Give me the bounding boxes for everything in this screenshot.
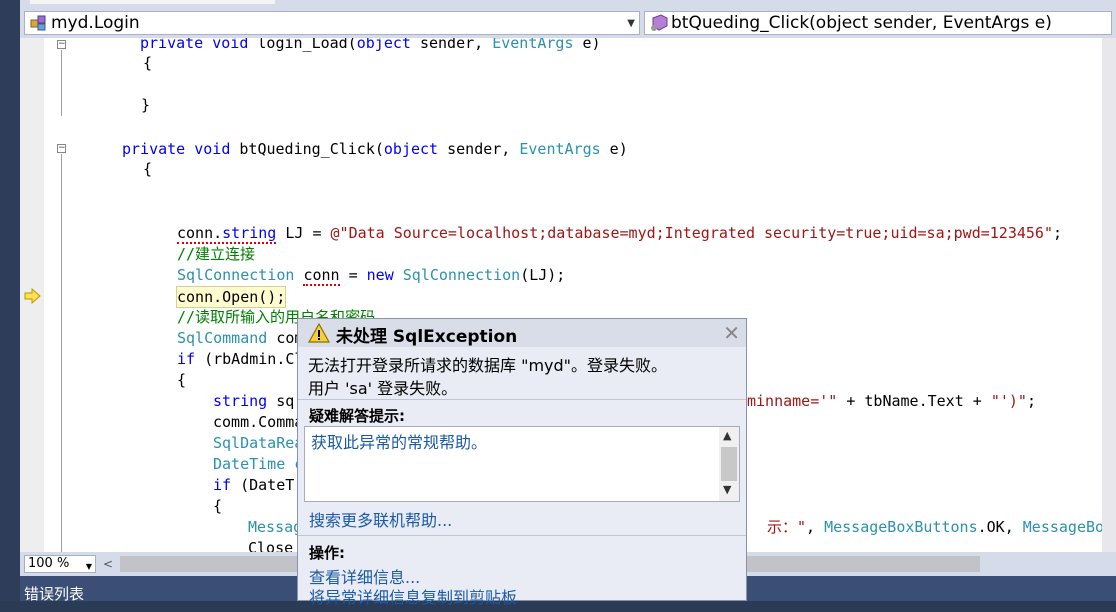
code-line-sqlcommand: SqlCommand com — [177, 329, 304, 347]
copy-detail-link[interactable]: 将异常详细信息复制到剪贴板 — [309, 584, 517, 608]
execution-pointer-icon — [24, 288, 41, 304]
code-brace: { — [143, 160, 153, 178]
code-line-if: if (rbAdmin.Cl — [177, 350, 304, 368]
code-brace: { — [213, 497, 223, 515]
exception-assistant: 未处理 SqlException ✕ 无法打开登录所请求的数据库 "myd"。登… — [297, 318, 747, 607]
outline-line — [61, 154, 62, 552]
exception-message: 无法打开登录所请求的数据库 "myd"。登录失败。 — [308, 356, 668, 375]
close-icon[interactable]: ✕ — [723, 321, 740, 345]
active-tab-edge[interactable] — [30, 0, 275, 4]
member-combo[interactable]: btQueding_Click(object sender, EventArgs… — [644, 11, 1112, 35]
method-icon — [649, 14, 669, 32]
navigation-bar: myd.Login ▼ btQueding_Click(object sende… — [20, 8, 1116, 38]
code-line-messagebox-tail: 示：", MessageBoxButtons.OK, MessageBoxI — [767, 518, 1102, 536]
collapse-icon[interactable]: − — [57, 40, 66, 49]
collapse-icon[interactable]: − — [57, 144, 66, 153]
code-brace: } — [141, 96, 151, 114]
code-line-messagebox: Messag — [248, 518, 303, 536]
warning-icon — [308, 323, 330, 343]
zoom-combo[interactable]: 100 % ▼ — [24, 555, 96, 573]
member-combo-text: btQueding_Click(object sender, EventArgs… — [671, 13, 1052, 33]
chevron-down-icon[interactable]: ▼ — [723, 483, 731, 496]
code-line-connstring: conn.string LJ = @"Data Source=localhost… — [177, 224, 1063, 244]
scroll-left-icon[interactable]: < — [100, 555, 116, 573]
divider — [298, 399, 746, 400]
code-line-comm: comm.Comma — [213, 413, 304, 431]
code-line-string-tail: minname='" + tbName.Text + "')"; — [747, 392, 1036, 410]
code-comment: //建立连接 — [177, 245, 256, 263]
actions-heading: 操作: — [309, 544, 345, 562]
code-line-sqlconnection: SqlConnection conn = new SqlConnection(L… — [177, 266, 566, 286]
tips-scrollbar[interactable]: ▲ ▼ — [719, 427, 739, 501]
left-dock-strip — [0, 0, 20, 601]
code-brace: { — [177, 371, 187, 389]
chevron-up-icon[interactable]: ▲ — [723, 429, 731, 442]
divider — [298, 535, 746, 536]
exception-title: 未处理 SqlException — [336, 327, 518, 347]
tips-list[interactable]: 获取此异常的常规帮助。 ▲ ▼ — [304, 426, 740, 502]
class-combo-text: myd.Login — [51, 13, 140, 33]
code-line-datetime: DateTime c — [213, 455, 304, 473]
current-statement: conn.Open(); — [176, 286, 287, 308]
code-line-sqldatareader: SqlDataRea — [213, 434, 304, 452]
chevron-down-icon[interactable]: ▼ — [627, 18, 635, 29]
tip-link[interactable]: 获取此异常的常规帮助。 — [311, 429, 487, 453]
vertical-scrollbar[interactable] — [1102, 38, 1116, 552]
class-icon — [29, 14, 49, 32]
outline-line — [61, 50, 62, 116]
class-combo[interactable]: myd.Login ▼ — [24, 11, 640, 35]
code-line-close: Close — [248, 539, 294, 552]
chevron-down-icon[interactable]: ▼ — [86, 559, 92, 575]
code-brace: { — [143, 54, 153, 72]
code-line-login-load: private void login_Load(object sender, E… — [140, 38, 601, 52]
code-line-method: private void btQueding_Click(object send… — [122, 140, 628, 158]
exception-message: 用户 'sa' 登录失败。 — [308, 379, 458, 398]
code-line-string: string sq — [213, 392, 295, 410]
search-online-link[interactable]: 搜索更多联机帮助... — [309, 507, 452, 531]
code-line-if-date: if (DateT — [213, 476, 295, 494]
scroll-thumb[interactable] — [721, 447, 737, 481]
tips-heading: 疑难解答提示: — [309, 407, 405, 425]
exception-header: 未处理 SqlException ✕ — [298, 319, 746, 347]
